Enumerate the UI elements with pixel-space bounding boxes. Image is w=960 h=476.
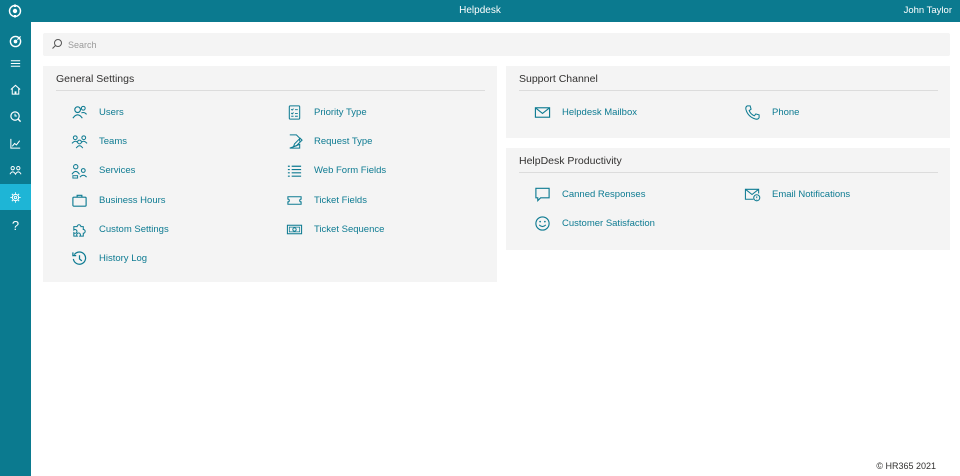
settings-item-ticket-fields[interactable]: Ticket Fields (285, 190, 367, 210)
chart-icon (10, 138, 21, 149)
teams-icon (70, 132, 88, 150)
settings-item-label: Email Notifications (772, 188, 851, 200)
ticket-search-icon (10, 110, 22, 122)
nav-reports[interactable] (0, 130, 31, 156)
divider (519, 172, 938, 173)
copyright-footer: © HR365 2021 (876, 461, 936, 471)
divider (519, 90, 938, 91)
settings-item-label: Services (99, 164, 136, 176)
smile-icon (533, 214, 551, 232)
nav-home[interactable] (0, 76, 31, 102)
mail-icon (533, 103, 551, 121)
search-input[interactable] (68, 33, 938, 56)
puzzle-icon (70, 220, 88, 238)
users-icon (9, 165, 22, 175)
settings-item-canned-responses[interactable]: Canned Responses (533, 184, 645, 204)
settings-item-email-notifications[interactable]: Email Notifications (743, 184, 850, 204)
menu-icon (10, 59, 21, 67)
settings-item-web-form-fields[interactable]: Web Form Fields (285, 160, 386, 180)
user-name[interactable]: John Taylor (904, 0, 952, 22)
settings-item-label: Canned Responses (562, 188, 646, 200)
settings-item-label: Users (99, 106, 124, 118)
briefcase-icon (70, 191, 88, 209)
settings-item-label: Customer Satisfaction (562, 217, 655, 229)
settings-item-label: Custom Settings (99, 223, 169, 235)
settings-item-label: History Log (99, 252, 148, 264)
settings-item-label: Web Form Fields (314, 164, 387, 176)
support-channel-panel: Support Channel Helpdesk Mailbox Phone (506, 66, 950, 138)
gear-icon (10, 191, 21, 203)
nav-menu[interactable] (0, 50, 31, 76)
settings-item-teams[interactable]: Teams (70, 131, 127, 151)
settings-item-helpdesk-mailbox[interactable]: Helpdesk Mailbox (533, 102, 637, 122)
home-icon (10, 84, 21, 95)
search-icon (52, 39, 62, 49)
settings-item-business-hours[interactable]: Business Hours (70, 190, 166, 210)
search-bar (43, 33, 950, 56)
users-icon (70, 103, 88, 121)
settings-item-history-log[interactable]: History Log (70, 248, 147, 268)
target-icon (9, 35, 22, 47)
top-bar: Helpdesk John Taylor (0, 0, 960, 22)
services-icon (70, 161, 88, 179)
settings-item-label: Priority Type (314, 106, 367, 118)
settings-item-label: Teams (99, 135, 127, 147)
settings-item-label: Helpdesk Mailbox (562, 106, 637, 118)
divider (56, 90, 485, 91)
help-icon: ? (11, 217, 20, 233)
settings-item-request-type[interactable]: Request Type (285, 131, 372, 151)
settings-item-users[interactable]: Users (70, 102, 124, 122)
nav-help[interactable]: ? (0, 212, 31, 238)
settings-item-phone[interactable]: Phone (743, 102, 799, 122)
ticket-icon (285, 191, 303, 209)
nav-tickets[interactable] (0, 103, 31, 129)
helpdesk-productivity-panel: HelpDesk Productivity Canned Responses E… (506, 148, 950, 250)
settings-item-label: Request Type (314, 135, 373, 147)
settings-item-label: Phone (772, 106, 800, 118)
chat-icon (533, 185, 551, 203)
left-nav-rail: ? (0, 22, 31, 476)
settings-item-custom-settings[interactable]: Custom Settings (70, 219, 169, 239)
document-edit-icon (285, 132, 303, 150)
settings-item-customer-satisfaction[interactable]: Customer Satisfaction (533, 213, 655, 233)
list-icon (285, 161, 303, 179)
settings-item-priority-type[interactable]: Priority Type (285, 102, 367, 122)
settings-item-label: Ticket Sequence (314, 223, 385, 235)
money-icon (285, 220, 303, 238)
app-title: Helpdesk (459, 5, 501, 16)
settings-item-services[interactable]: Services (70, 160, 135, 180)
settings-item-label: Ticket Fields (314, 194, 367, 206)
settings-item-ticket-sequence[interactable]: Ticket Sequence (285, 219, 384, 239)
nav-users[interactable] (0, 157, 31, 183)
settings-item-label: Business Hours (99, 194, 166, 206)
panel-title: HelpDesk Productivity (519, 155, 622, 167)
panel-title: General Settings (56, 73, 135, 85)
nav-settings[interactable] (0, 184, 31, 210)
panel-title: Support Channel (519, 73, 598, 85)
phone-icon (743, 103, 761, 121)
general-settings-panel: General Settings Users Teams Services Bu… (43, 66, 497, 282)
history-icon (70, 249, 88, 267)
mail-alert-icon (743, 185, 761, 203)
checklist-icon (285, 103, 303, 121)
